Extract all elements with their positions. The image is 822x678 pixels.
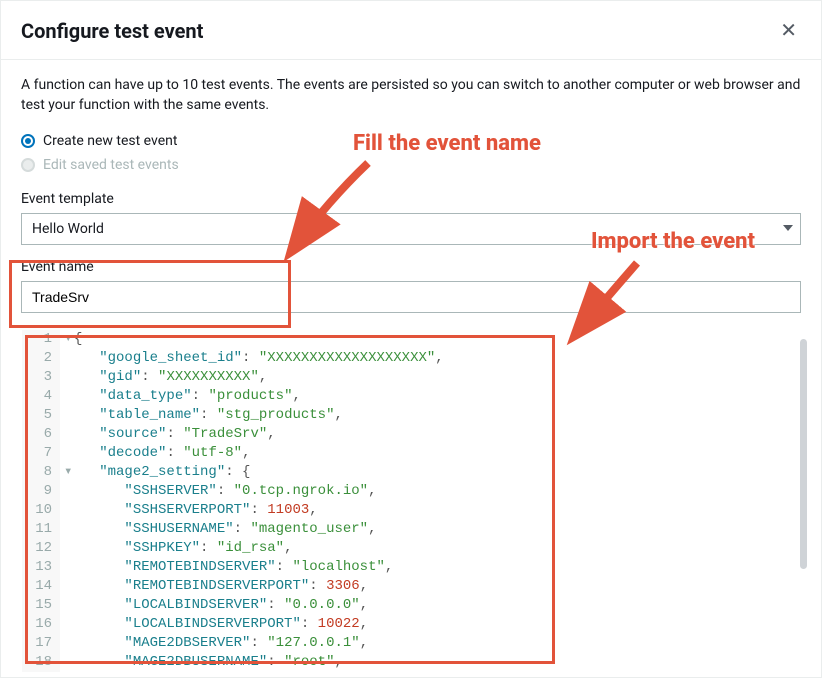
event-name-block: Event name (21, 259, 801, 313)
radio-create-new[interactable]: Create new test event (21, 129, 801, 153)
dialog-title: Configure test event (21, 19, 203, 43)
radio-label: Edit saved test events (43, 157, 179, 173)
chevron-down-icon (783, 225, 793, 231)
event-mode-radio-group: Create new test event Edit saved test ev… (21, 129, 801, 177)
editor-code[interactable]: ▾{ "google_sheet_id": "XXXXXXXXXXXXXXXXX… (60, 330, 800, 672)
event-template-label: Event template (21, 191, 801, 207)
configure-test-event-dialog: Configure test event ✕ A function can ha… (0, 0, 822, 678)
radio-edit-saved: Edit saved test events (21, 153, 801, 177)
dialog-header: Configure test event ✕ (1, 1, 821, 60)
close-icon: ✕ (780, 20, 797, 42)
select-value: Hello World (21, 213, 801, 245)
json-editor[interactable]: 123456789101112131415161718 ▾{ "google_s… (21, 327, 801, 673)
dialog-description: A function can have up to 10 test events… (21, 76, 801, 115)
editor-scrollbar[interactable] (800, 339, 807, 569)
close-button[interactable]: ✕ (776, 17, 801, 45)
editor-gutter: 123456789101112131415161718 (22, 330, 60, 672)
radio-label: Create new test event (43, 133, 177, 149)
dialog-body: A function can have up to 10 test events… (1, 60, 821, 673)
radio-icon (21, 134, 35, 148)
event-name-label: Event name (21, 259, 801, 275)
radio-icon (21, 158, 35, 172)
event-template-select[interactable]: Hello World (21, 213, 801, 245)
event-name-input[interactable] (21, 281, 801, 313)
